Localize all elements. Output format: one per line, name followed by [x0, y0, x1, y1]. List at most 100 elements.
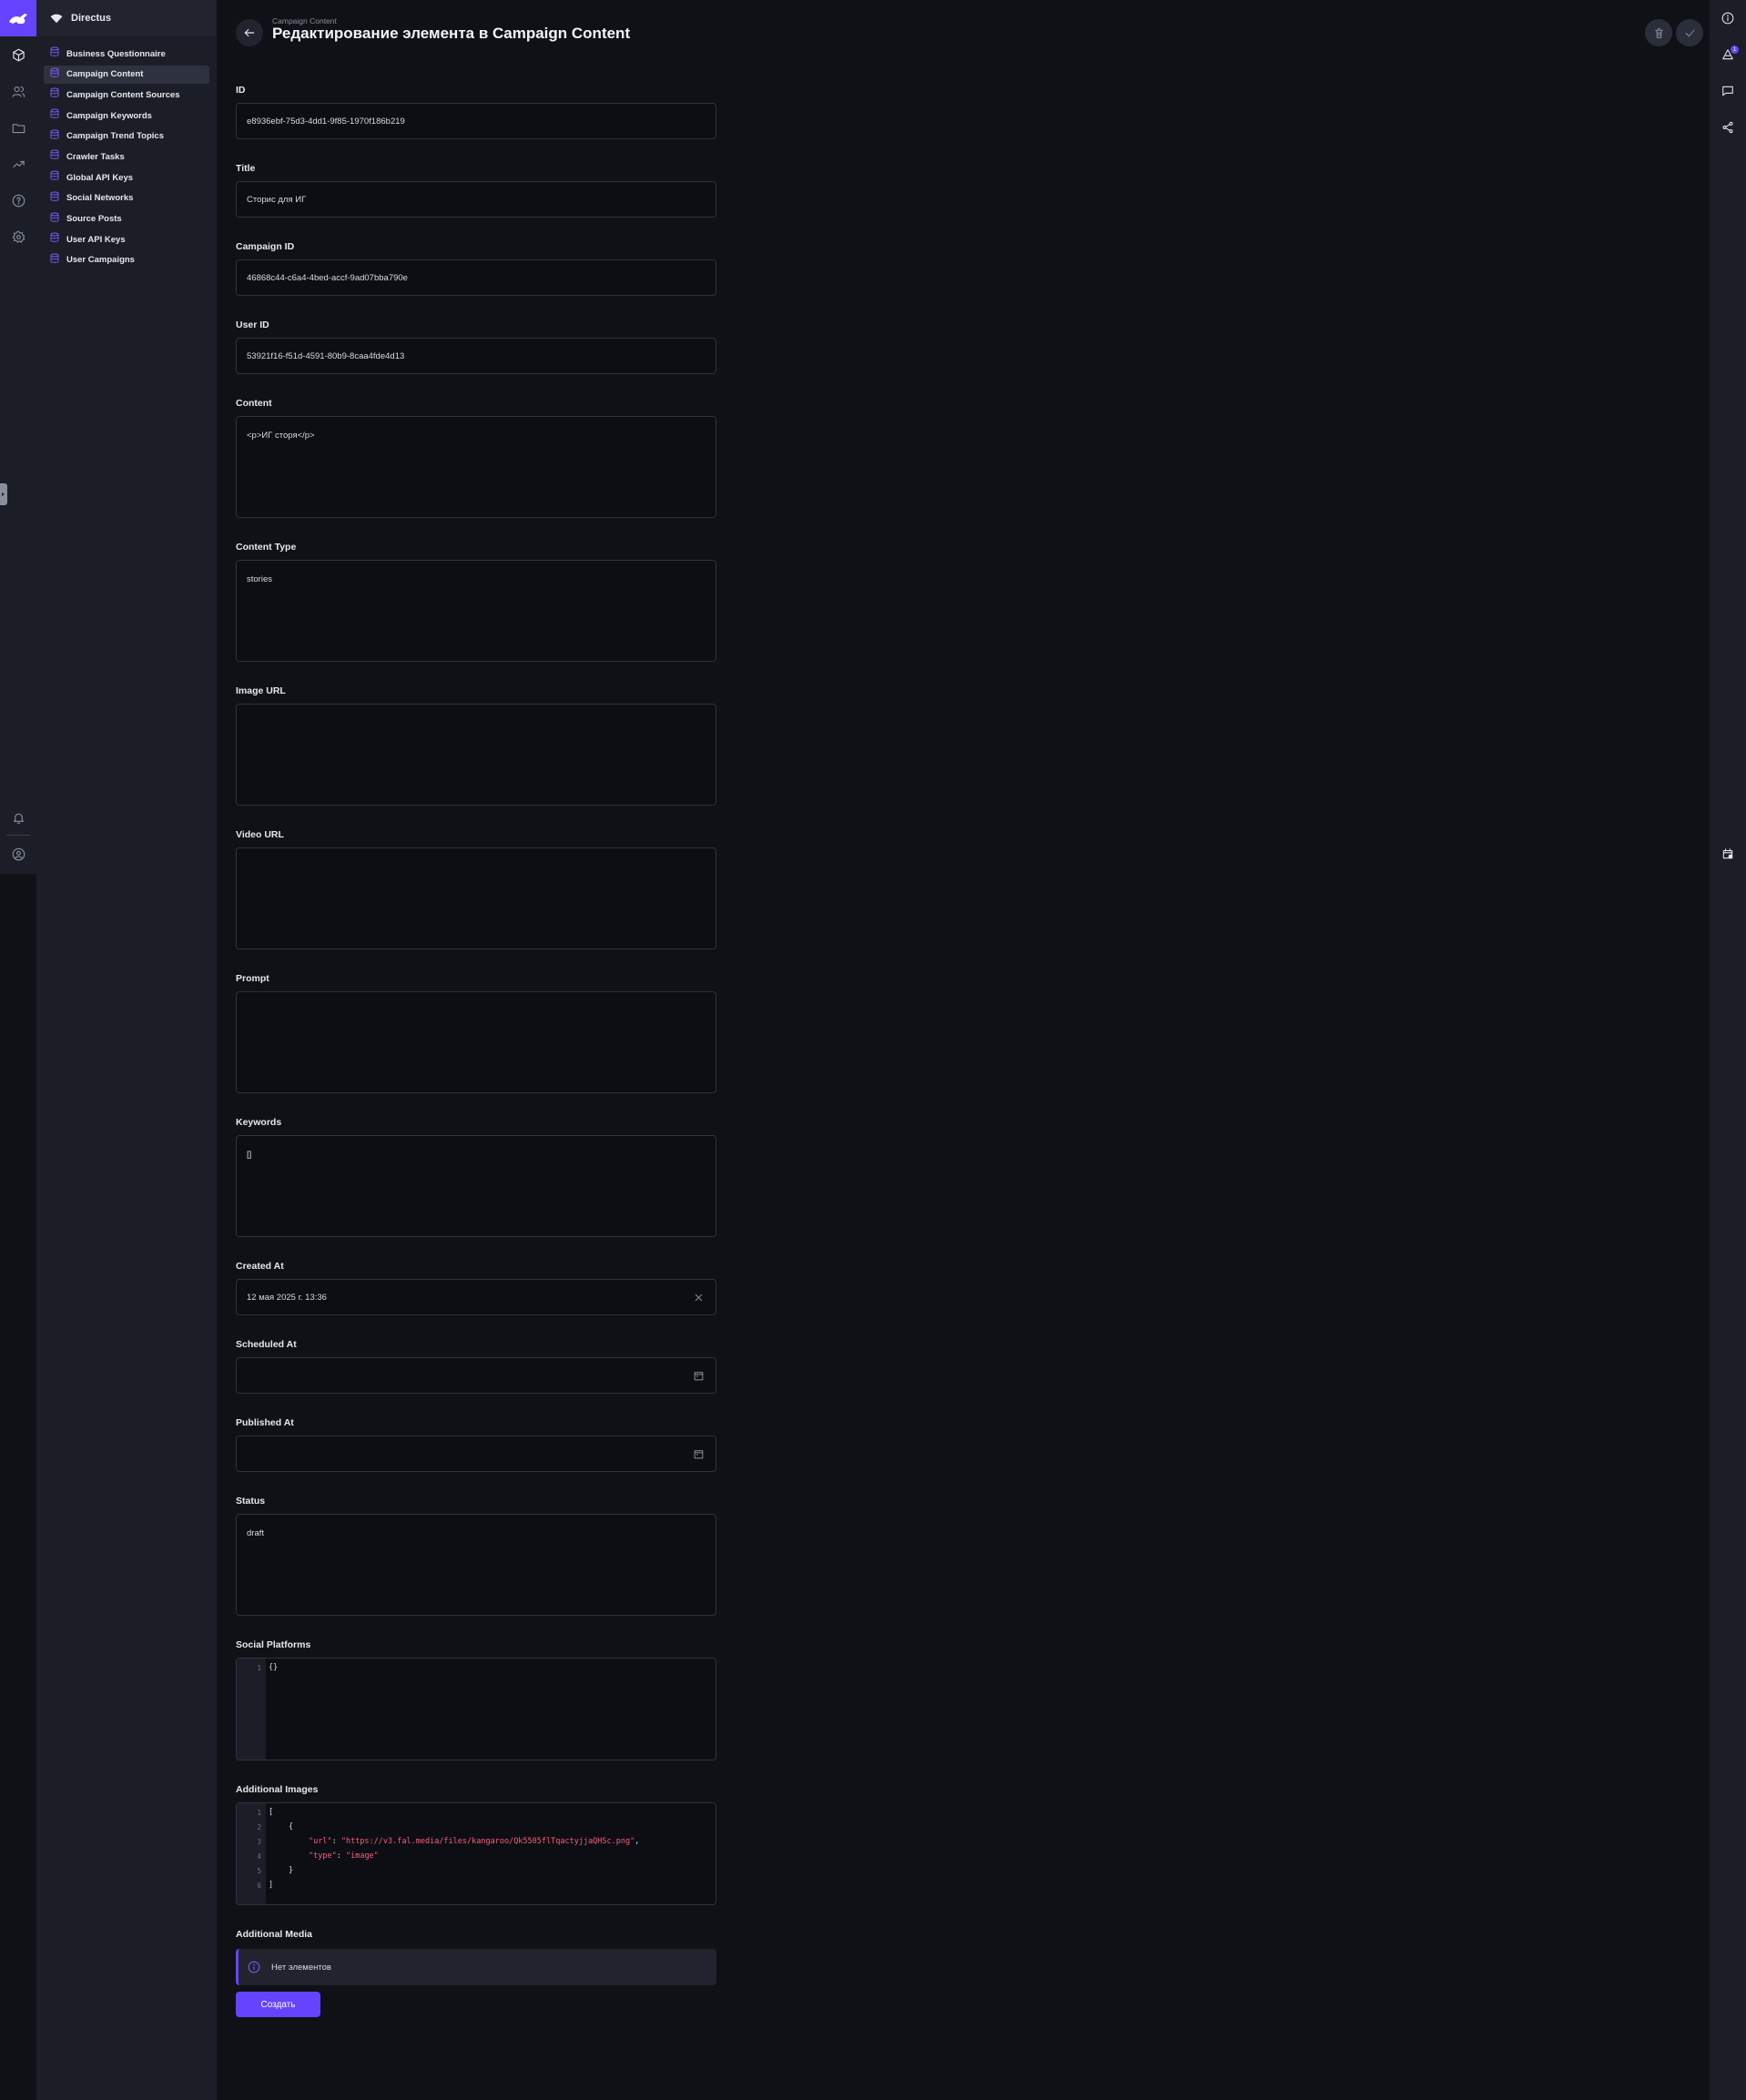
nav-item-label: Campaign Trend Topics: [66, 131, 164, 142]
video-url-textarea[interactable]: [236, 847, 716, 949]
database-icon: [49, 128, 60, 145]
campaign-id-label: Campaign ID: [236, 241, 295, 252]
calendar-icon[interactable]: [693, 1448, 705, 1460]
social-platforms-label: Social Platforms: [236, 1639, 311, 1650]
prompt-textarea[interactable]: [236, 991, 716, 1093]
database-icon: [49, 86, 60, 103]
settings-module-icon[interactable]: [0, 218, 36, 255]
nav-item-label: Campaign Keywords: [66, 110, 152, 121]
nav-item-crawler-tasks[interactable]: Crawler Tasks: [44, 147, 209, 166]
json-key: "url": [309, 1837, 332, 1846]
id-label: ID: [236, 85, 246, 96]
id-input[interactable]: e8936ebf-75d3-4dd1-9f85-1970f186b219: [236, 103, 716, 139]
id-value: e8936ebf-75d3-4dd1-9f85-1970f186b219: [247, 116, 405, 127]
nav-item-campaign-content[interactable]: Campaign Content: [44, 65, 209, 84]
prompt-label: Prompt: [236, 973, 269, 984]
content-textarea[interactable]: <p>ИГ сторя</p>: [236, 416, 716, 518]
nav-item-label: Business Questionnaire: [66, 48, 166, 59]
nav-item-campaign-trend-topics[interactable]: Campaign Trend Topics: [44, 127, 209, 146]
database-icon: [49, 211, 60, 228]
help-module-icon[interactable]: [0, 182, 36, 218]
empty-notice: Нет элементов: [236, 1949, 716, 1985]
nav-item-campaign-keywords[interactable]: Campaign Keywords: [44, 107, 209, 125]
content-type-textarea[interactable]: stories: [236, 560, 716, 662]
nav-item-global-api-keys[interactable]: Global API Keys: [44, 168, 209, 187]
database-icon: [49, 66, 60, 83]
json-string: "https://v3.fal.media/files/kangaroo/Qk5…: [340, 1837, 635, 1846]
directus-logo[interactable]: [0, 0, 36, 36]
line-number: 1: [257, 1809, 261, 1817]
created-at-input[interactable]: 12 мая 2025 г. 13:36: [236, 1279, 716, 1315]
info-circle-icon: [248, 1961, 260, 1973]
revisions-badge: 1: [1731, 46, 1739, 54]
title-input[interactable]: Сторис для ИГ: [236, 181, 716, 218]
calendar-add-icon[interactable]: [1710, 836, 1746, 872]
database-icon: [49, 169, 60, 186]
social-platforms-code-editor[interactable]: 1 {}: [236, 1658, 716, 1760]
content-label: Content: [236, 398, 272, 409]
insights-module-icon[interactable]: [0, 146, 36, 182]
nav-item-user-campaigns[interactable]: User Campaigns: [44, 251, 209, 269]
nav-item-label: Global API Keys: [66, 172, 134, 183]
page-header: Campaign Content Редактирование элемента…: [217, 0, 1710, 66]
arrow-left-icon: [244, 28, 255, 37]
json-key: "type": [309, 1851, 337, 1861]
users-module-icon[interactable]: [0, 73, 36, 109]
content-type-label: Content Type: [236, 542, 297, 553]
keywords-textarea[interactable]: []: [236, 1135, 716, 1237]
save-button[interactable]: [1676, 19, 1703, 46]
create-button[interactable]: Создать: [236, 1992, 320, 2017]
calendar-icon[interactable]: [693, 1370, 705, 1382]
line-gutter: 1 2 3 4 5 6: [237, 1803, 266, 1904]
nav-item-campaign-content-sources[interactable]: Campaign Content Sources: [44, 86, 209, 104]
code-line: }: [289, 1866, 294, 1875]
content-type-value: stories: [247, 574, 272, 584]
user-id-input[interactable]: 53921f16-f51d-4591-80b9-8caa4fde4d13: [236, 338, 716, 374]
published-at-input[interactable]: [236, 1436, 716, 1472]
scheduled-at-input[interactable]: [236, 1357, 716, 1394]
files-module-icon[interactable]: [0, 109, 36, 146]
database-icon: [49, 148, 60, 165]
nav-item-label: Crawler Tasks: [66, 151, 125, 162]
user-id-label: User ID: [236, 320, 269, 330]
nav-item-label: Source Posts: [66, 214, 122, 224]
scheduled-at-label: Scheduled At: [236, 1339, 297, 1350]
revisions-icon[interactable]: 1: [1710, 36, 1746, 73]
database-icon: [49, 231, 60, 248]
user-account-icon[interactable]: [0, 836, 36, 872]
share-icon[interactable]: [1710, 109, 1746, 146]
module-bar: [0, 0, 36, 874]
status-textarea[interactable]: draft: [236, 1514, 716, 1616]
rabbit-logo-icon: [9, 14, 27, 24]
additional-media-label: Additional Media: [236, 1929, 312, 1940]
navigation-sidebar: Directus Business Questionnaire Campaign…: [36, 0, 217, 2100]
project-header[interactable]: Directus: [36, 0, 217, 36]
title-value: Сторис для ИГ: [247, 194, 307, 205]
image-url-textarea[interactable]: [236, 704, 716, 806]
right-sidebar: 1: [1710, 0, 1746, 2100]
line-number: 2: [257, 1823, 261, 1831]
status-value: draft: [247, 1528, 265, 1538]
nav-item-label: User API Keys: [66, 234, 126, 245]
nav-item-user-api-keys[interactable]: User API Keys: [44, 230, 209, 249]
delete-button[interactable]: [1645, 19, 1672, 46]
comments-icon[interactable]: [1710, 73, 1746, 109]
title-label: Title: [236, 163, 256, 174]
code-line: "url": "https://v3.fal.media/files/kanga…: [309, 1837, 640, 1846]
nav-item-business-questionnaire[interactable]: Business Questionnaire: [44, 45, 209, 63]
nav-item-source-posts[interactable]: Source Posts: [44, 210, 209, 228]
created-at-label: Created At: [236, 1261, 284, 1272]
clear-icon[interactable]: [693, 1292, 705, 1304]
line-number: 1: [257, 1664, 261, 1672]
nav-item-label: Campaign Content: [66, 69, 144, 80]
nav-item-social-networks[interactable]: Social Networks: [44, 189, 209, 208]
line-gutter: 1: [237, 1659, 266, 1760]
video-url-label: Video URL: [236, 829, 284, 840]
back-button[interactable]: [236, 19, 263, 46]
content-module-icon[interactable]: [0, 36, 36, 73]
additional-images-code-editor[interactable]: 1 2 3 4 5 6 [ { "url": "https://v3.fal.m…: [236, 1802, 716, 1905]
notifications-bell-icon[interactable]: [0, 799, 36, 836]
sidebar-collapse-handle[interactable]: [0, 483, 7, 505]
info-icon[interactable]: [1710, 0, 1746, 36]
campaign-id-input[interactable]: 46868c44-c6a4-4bed-accf-9ad07bba790e: [236, 259, 716, 296]
